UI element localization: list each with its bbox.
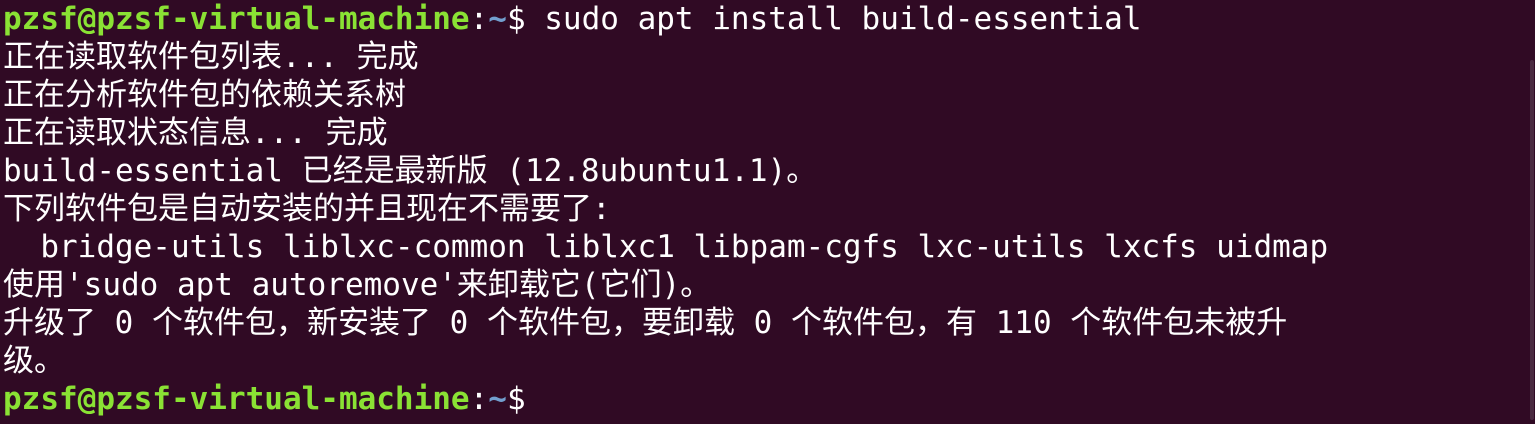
output-line: 正在读取状态信息... 完成 <box>3 115 388 151</box>
command-line: pzsf@pzsf-virtual-machine:~$ sudo apt in… <box>3 0 1535 38</box>
prompt-separator: : <box>469 1 489 37</box>
output-line: build-essential 已经是最新版 (12.8ubuntu1.1)。 <box>3 153 818 189</box>
output-line: 使用'sudo apt autoremove'来卸载它(它们)。 <box>3 267 712 303</box>
prompt-symbol: $ <box>506 1 526 37</box>
output-line: bridge-utils liblxc-common liblxc1 libpa… <box>3 229 1329 265</box>
prompt-user-host: pzsf@pzsf-virtual-machine <box>3 381 470 417</box>
output-line: 正在分析软件包的依赖关系树 <box>3 77 406 113</box>
prompt-path: ~ <box>488 381 507 417</box>
output-line: 正在读取软件包列表... 完成 <box>3 39 419 75</box>
final-prompt-line[interactable]: pzsf@pzsf-virtual-machine:~$ <box>3 380 1535 418</box>
scrollbar[interactable] <box>1529 0 1535 424</box>
output-line: 下列软件包是自动安装的并且现在不需要了: <box>3 191 611 227</box>
output-line: 升级了 0 个软件包，新安装了 0 个软件包，要卸载 0 个软件包，有 110 … <box>3 305 1288 341</box>
prompt-separator: : <box>469 381 489 417</box>
prompt-symbol: $ <box>506 381 526 417</box>
command-text: sudo apt install build-essential <box>525 1 1142 37</box>
prompt-path: ~ <box>488 1 507 37</box>
prompt-user-host: pzsf@pzsf-virtual-machine <box>3 1 470 37</box>
terminal-window[interactable]: pzsf@pzsf-virtual-machine:~$ sudo apt in… <box>0 0 1535 424</box>
output-line: 级。 <box>3 343 65 379</box>
scrollbar-thumb[interactable] <box>1530 60 1534 420</box>
